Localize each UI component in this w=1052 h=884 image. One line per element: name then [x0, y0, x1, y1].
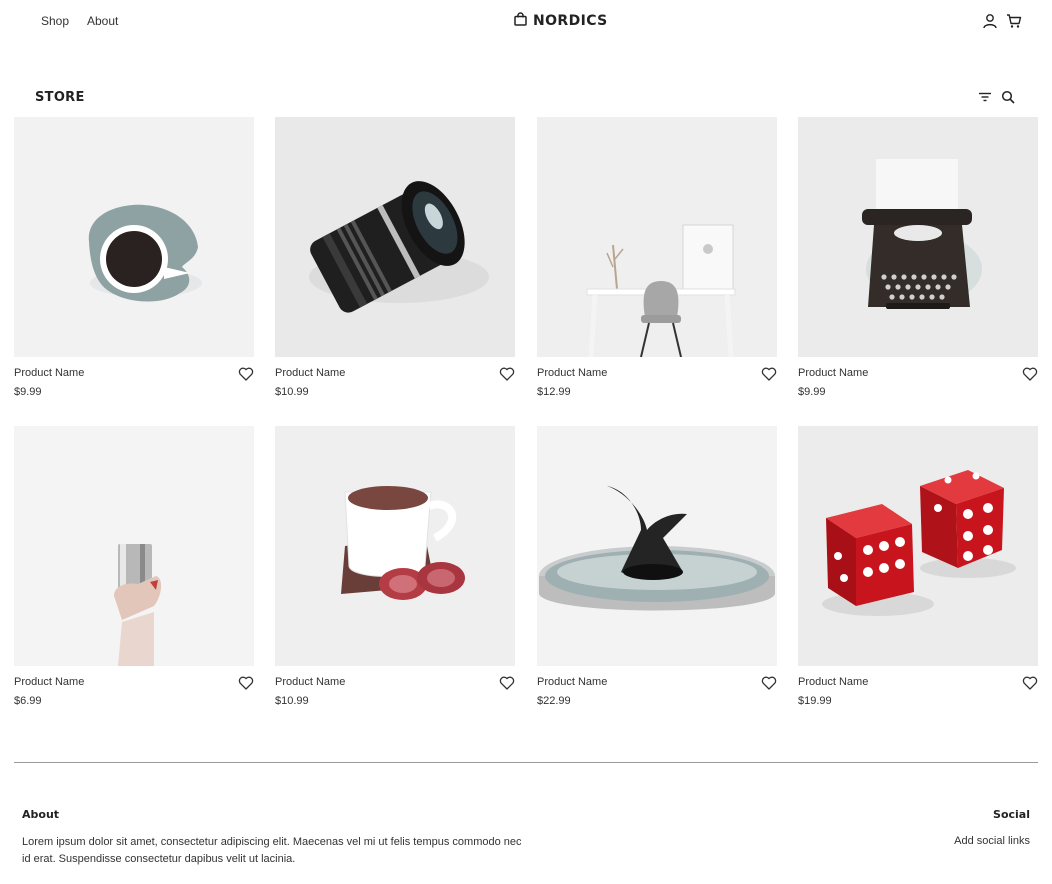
product-image-coffee-cup[interactable] [14, 117, 254, 357]
nav-about-link[interactable]: About [87, 14, 118, 28]
product-price: $10.99 [275, 695, 309, 707]
product-image-sculpture[interactable] [537, 426, 777, 666]
product-card[interactable]: Product Name $10.99 [275, 426, 515, 716]
heart-icon[interactable] [499, 675, 515, 690]
filter-icon[interactable] [978, 90, 992, 104]
product-name[interactable]: Product Name [14, 676, 84, 689]
product-name[interactable]: Product Name [537, 367, 607, 380]
product-card[interactable]: Product Name $19.99 [798, 426, 1038, 716]
product-image-typewriter[interactable] [798, 117, 1038, 357]
product-name[interactable]: Product Name [798, 367, 868, 380]
product-price: $9.99 [798, 386, 826, 398]
product-name[interactable]: Product Name [798, 676, 868, 689]
product-card[interactable]: Product Name $22.99 [537, 426, 777, 716]
cart-icon[interactable] [1006, 13, 1022, 29]
heart-icon[interactable] [1022, 675, 1038, 690]
product-price: $19.99 [798, 695, 832, 707]
heart-icon[interactable] [761, 675, 777, 690]
heart-icon[interactable] [499, 366, 515, 381]
heart-icon[interactable] [761, 366, 777, 381]
brand-logo[interactable]: NORDICS [514, 11, 608, 31]
product-card[interactable]: Product Name $12.99 [537, 117, 777, 407]
user-icon[interactable] [982, 13, 998, 29]
product-card[interactable]: Product Name $10.99 [275, 117, 515, 407]
product-image-tea-cup[interactable] [275, 426, 515, 666]
product-name[interactable]: Product Name [275, 676, 345, 689]
heart-icon[interactable] [238, 675, 254, 690]
product-card[interactable]: Product Name $6.99 [14, 426, 254, 716]
product-image-steel-cup[interactable] [14, 426, 254, 666]
product-name[interactable]: Product Name [275, 367, 345, 380]
nav-shop-link[interactable]: Shop [41, 14, 69, 28]
footer-about-text: Lorem ipsum dolor sit amet, consectetur … [22, 836, 522, 865]
footer-social-link[interactable]: Add social links [954, 835, 1030, 847]
footer-social-heading: Social [993, 808, 1030, 821]
product-image-camera-lens[interactable] [275, 117, 515, 357]
product-name[interactable]: Product Name [537, 676, 607, 689]
page-title: STORE [35, 90, 85, 105]
search-icon[interactable] [1001, 90, 1015, 104]
product-price: $10.99 [275, 386, 309, 398]
shopping-bag-icon [514, 11, 527, 31]
product-price: $6.99 [14, 695, 42, 707]
product-card[interactable]: Product Name $9.99 [14, 117, 254, 407]
brand-name: NORDICS [533, 13, 608, 29]
footer-about-heading: About [22, 808, 60, 821]
product-image-desk-chair[interactable] [537, 117, 777, 357]
product-price: $22.99 [537, 695, 571, 707]
product-name[interactable]: Product Name [14, 367, 84, 380]
footer-divider [14, 762, 1038, 763]
product-price: $12.99 [537, 386, 571, 398]
heart-icon[interactable] [238, 366, 254, 381]
product-price: $9.99 [14, 386, 42, 398]
product-card[interactable]: Product Name $9.99 [798, 117, 1038, 407]
product-image-dice[interactable] [798, 426, 1038, 666]
heart-icon[interactable] [1022, 366, 1038, 381]
